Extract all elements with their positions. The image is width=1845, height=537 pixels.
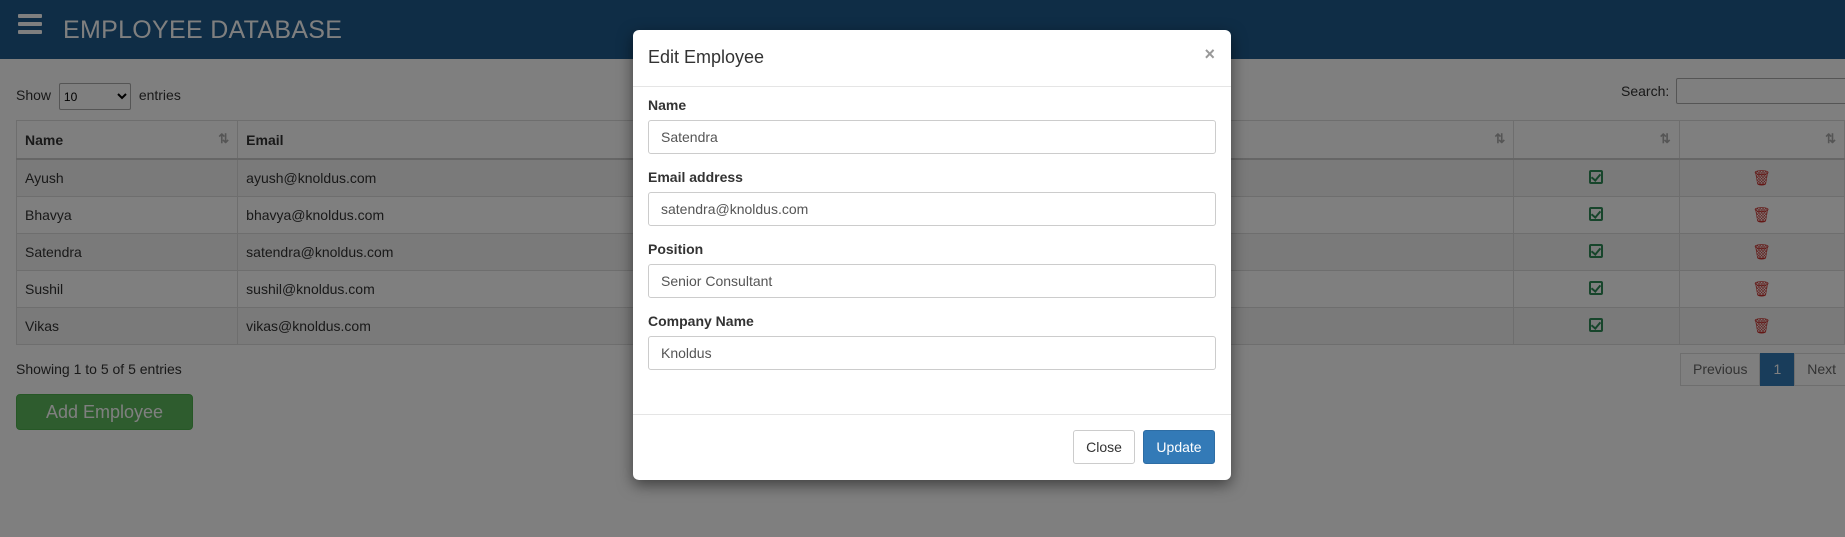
close-icon[interactable]: ×	[1204, 44, 1215, 65]
form-group-position: Position	[648, 241, 1216, 298]
company-label: Company Name	[648, 313, 754, 329]
close-button[interactable]: Close	[1073, 430, 1135, 464]
form-group-company: Company Name	[648, 313, 1216, 370]
company-field[interactable]	[648, 336, 1216, 370]
edit-employee-modal: Edit Employee × Name Email address Posit…	[633, 30, 1231, 480]
form-group-email: Email address	[648, 169, 1216, 226]
position-field[interactable]	[648, 264, 1216, 298]
email-label: Email address	[648, 169, 743, 185]
modal-footer: Close Update	[633, 414, 1231, 480]
email-field[interactable]	[648, 192, 1216, 226]
modal-body: Name Email address Position Company Name	[633, 87, 1231, 370]
update-button[interactable]: Update	[1143, 430, 1215, 464]
position-label: Position	[648, 241, 704, 257]
form-group-name: Name	[648, 97, 1216, 154]
name-label: Name	[648, 97, 687, 113]
modal-title: Edit Employee	[648, 47, 765, 67]
name-field[interactable]	[648, 120, 1216, 154]
modal-header: Edit Employee ×	[633, 30, 1231, 87]
